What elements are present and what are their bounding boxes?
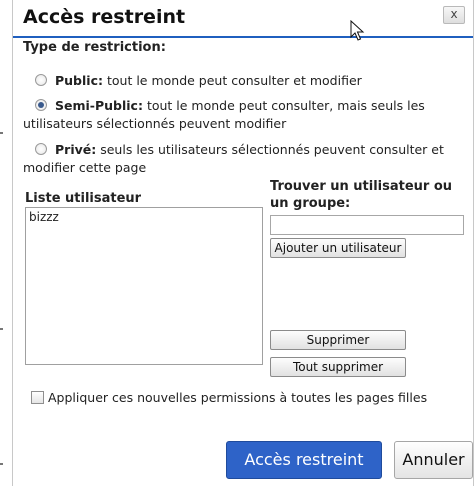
radio-semi-public[interactable] <box>35 99 47 111</box>
add-user-button[interactable]: Ajouter un utilisateur <box>270 238 406 258</box>
user-list-label: Liste utilisateur <box>25 191 142 206</box>
radio-private[interactable] <box>35 143 47 155</box>
radio-option-semi-public[interactable]: Semi-Public: tout le monde peut consulte… <box>23 97 463 133</box>
close-button[interactable]: x <box>443 6 465 24</box>
dialog-titlebar: Accès restreint x <box>13 0 473 41</box>
cancel-button[interactable]: Annuler <box>394 441 473 479</box>
close-icon: x <box>450 7 458 21</box>
background-fragment <box>0 132 3 134</box>
restriction-type-label: Type de restriction: <box>23 40 166 55</box>
find-user-label: Trouver un utilisateur ou un groupe: <box>270 179 453 211</box>
background-fragment <box>0 328 3 330</box>
find-user-input[interactable] <box>270 215 464 235</box>
mouse-pointer-icon <box>350 20 365 41</box>
restricted-access-dialog: Accès restreint x Type de restriction: P… <box>12 0 474 486</box>
apply-to-subpages-row[interactable]: Appliquer ces nouvelles permissions à to… <box>31 390 427 405</box>
remove-all-button[interactable]: Tout supprimer <box>270 357 406 377</box>
background-fragment <box>0 463 3 465</box>
remove-button[interactable]: Supprimer <box>270 330 406 350</box>
user-list[interactable]: bizzz <box>25 207 263 365</box>
confirm-restricted-access-button[interactable]: Accès restreint <box>226 441 382 479</box>
dialog-title: Accès restreint <box>23 6 186 28</box>
radio-option-private[interactable]: Privé: seuls les utilisateurs sélectionn… <box>23 141 463 177</box>
list-item[interactable]: bizzz <box>29 210 259 224</box>
radio-option-public[interactable]: Public: tout le monde peut consulter et … <box>23 72 463 90</box>
radio-public[interactable] <box>35 74 47 86</box>
apply-to-subpages-checkbox[interactable] <box>31 391 44 404</box>
